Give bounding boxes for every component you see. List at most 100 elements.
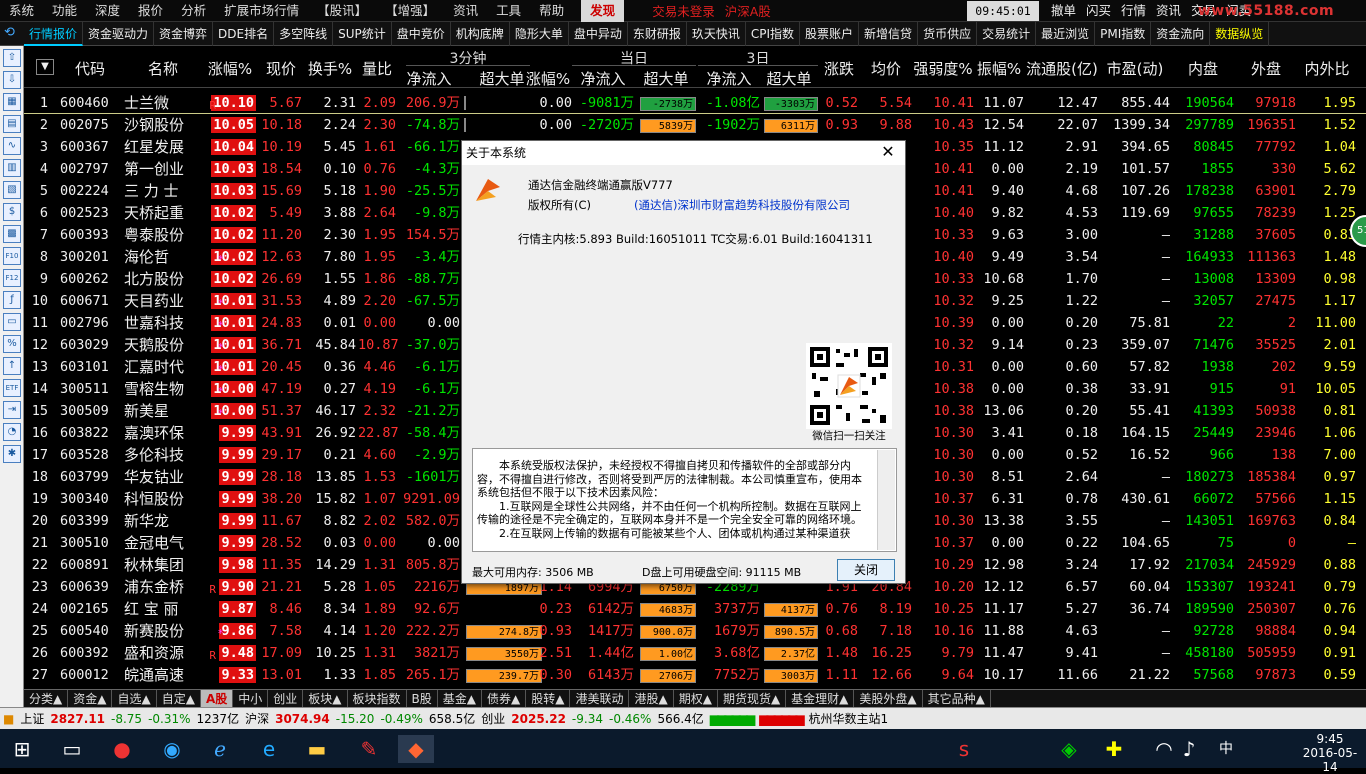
function-tab[interactable]: 资金流向 bbox=[1151, 22, 1211, 46]
login-status[interactable]: 交易未登录 bbox=[652, 1, 715, 20]
category-tab[interactable]: 期货现货▲ bbox=[718, 690, 787, 707]
column-header[interactable]: 流通股(亿) bbox=[1026, 58, 1098, 80]
column-header[interactable]: 振幅% bbox=[974, 58, 1024, 80]
table-row[interactable]: 2 002075 沙钢股份 10.05 10.18 2.24 2.30 -74.8万 0.00-… bbox=[24, 114, 1366, 136]
line-icon[interactable]: ∿ bbox=[3, 137, 21, 155]
folder-icon[interactable]: ▬ bbox=[303, 735, 331, 763]
table-row[interactable]: 1 600460 士兰微 10.10 5.67 2.31 2.09 206.9万 0.00 -90… bbox=[24, 92, 1366, 114]
category-tab[interactable]: 港股▲ bbox=[629, 690, 674, 707]
function-tab[interactable]: 隐形大单 bbox=[510, 22, 569, 46]
function-tab[interactable]: 盘中异动 bbox=[569, 22, 628, 46]
bars-icon[interactable]: ▥ bbox=[3, 159, 21, 177]
legal-scrollbar[interactable] bbox=[877, 450, 895, 550]
category-tab[interactable]: 自定▲ bbox=[157, 690, 201, 707]
function-tab[interactable]: 货币供应 bbox=[918, 22, 978, 46]
menu-item[interactable]: 扩展市场行情 bbox=[215, 0, 308, 22]
category-tab[interactable]: 创业 bbox=[268, 690, 304, 707]
dialog-close-icon[interactable]: ✕ bbox=[879, 143, 897, 161]
category-tab[interactable]: 基金理财▲ bbox=[786, 690, 855, 707]
cy-value[interactable]: 2025.22 bbox=[508, 712, 569, 726]
category-tab[interactable]: 其它品种▲ bbox=[923, 690, 991, 707]
function-tab[interactable]: SUP统计 bbox=[333, 22, 392, 46]
category-tab[interactable]: 分类▲ bbox=[24, 690, 69, 707]
grid-icon[interactable]: ▩ bbox=[3, 225, 21, 243]
toolbar-button[interactable]: 闪买 bbox=[1081, 0, 1116, 22]
column-header[interactable]: 市盈(动) bbox=[1100, 58, 1170, 80]
doc-icon[interactable]: ▧ bbox=[3, 181, 21, 199]
down-arrow-icon[interactable]: ⇩ bbox=[3, 71, 21, 89]
function-tab[interactable]: 交易统计 bbox=[977, 22, 1037, 46]
function-tab[interactable]: PMI指数 bbox=[1095, 22, 1152, 46]
column-header[interactable]: 均价 bbox=[860, 58, 912, 80]
column-header[interactable]: 内外比 bbox=[1298, 58, 1356, 80]
column-header[interactable]: 净流入 bbox=[572, 68, 634, 90]
category-tab[interactable]: 股转▲ bbox=[526, 690, 571, 707]
column-header[interactable]: 强弱度% bbox=[912, 58, 974, 80]
column-header[interactable]: 量比 bbox=[358, 58, 396, 80]
menu-item[interactable]: 报价 bbox=[129, 0, 172, 22]
close-button[interactable]: 关闭 bbox=[837, 559, 895, 581]
volume-icon[interactable]: ♪ bbox=[1175, 735, 1203, 763]
function-tab[interactable]: 最近浏览 bbox=[1036, 22, 1096, 46]
market-status[interactable]: 沪深A股 bbox=[725, 1, 771, 20]
ratio-icon[interactable]: % bbox=[3, 335, 21, 353]
table-icon[interactable]: ▤ bbox=[3, 115, 21, 133]
tdx-app-icon[interactable]: ◆ bbox=[398, 735, 434, 763]
menu-item[interactable]: 【股讯】 bbox=[308, 0, 376, 22]
function-tab[interactable]: 资金驱动力 bbox=[83, 22, 155, 46]
function-tab[interactable]: 盘中竞价 bbox=[392, 22, 451, 46]
etf-icon[interactable]: ETF bbox=[3, 379, 21, 397]
browser-360-icon[interactable]: ● bbox=[108, 735, 136, 763]
server-name[interactable]: 杭州华数主站1 bbox=[806, 710, 892, 727]
start-icon[interactable]: ⊞ bbox=[8, 735, 36, 763]
category-tab[interactable]: A股 bbox=[200, 690, 234, 707]
menu-item[interactable]: 帮助 bbox=[530, 0, 573, 22]
gear-icon[interactable]: ✱ bbox=[3, 445, 21, 463]
function-tab[interactable]: 玖天快讯 bbox=[687, 22, 746, 46]
function-tab[interactable]: CPI指数 bbox=[746, 22, 801, 46]
category-tab[interactable]: 板块▲ bbox=[303, 690, 348, 707]
app-icon[interactable]: ◉ bbox=[158, 735, 186, 763]
chart-icon[interactable]: ▦ bbox=[3, 93, 21, 111]
menu-item[interactable]: 深度 bbox=[86, 0, 129, 22]
column-header[interactable]: 内盘 bbox=[1172, 58, 1234, 80]
tray-shield-icon[interactable]: ◈ bbox=[1055, 735, 1083, 763]
column-header[interactable]: 名称 bbox=[124, 58, 202, 80]
column-header[interactable]: 涨幅% bbox=[204, 58, 256, 80]
category-tab[interactable]: 自选▲ bbox=[112, 690, 157, 707]
table-row[interactable]: 26 600392 盛和资源 9.48 17.09 10.25 1.31 3821万 3550万… bbox=[24, 642, 1366, 664]
column-header[interactable]: 净流入 bbox=[398, 68, 460, 90]
category-tab[interactable]: 债券▲ bbox=[482, 690, 527, 707]
column-header[interactable]: 外盘 bbox=[1236, 58, 1296, 80]
function-tab[interactable]: 多空阵线 bbox=[274, 22, 334, 46]
column-header[interactable]: 超大单 bbox=[760, 68, 818, 90]
category-tab[interactable]: 港美联动 bbox=[570, 690, 630, 707]
legal-text-box[interactable]: 本系统受版权法保护，未经授权不得擅自拷贝和传播软件的全部或部分内容，不得擅自进行… bbox=[472, 448, 897, 552]
ie-icon[interactable]: ℯ bbox=[206, 735, 234, 763]
f10-icon[interactable]: F10 bbox=[3, 247, 21, 265]
hat-icon[interactable]: ◔ bbox=[3, 423, 21, 441]
pen-icon[interactable]: ✎ bbox=[355, 735, 383, 763]
function-tab[interactable]: DDE排名 bbox=[213, 22, 275, 46]
category-tab[interactable]: 基金▲ bbox=[438, 690, 482, 707]
table-row[interactable]: 27 600012 皖通高速 9.33 13.01 1.33 1.85 265.1万 239.7… bbox=[24, 664, 1366, 686]
table-row[interactable]: 25 600540 新赛股份 9.86 7.58 4.14 1.20 222.2万 274.8万… bbox=[24, 620, 1366, 642]
edge-icon[interactable]: e bbox=[255, 735, 283, 763]
hs-value[interactable]: 3074.94 bbox=[272, 712, 333, 726]
function-tab[interactable]: 行情报价 bbox=[24, 22, 84, 46]
category-tab[interactable]: 期权▲ bbox=[674, 690, 718, 707]
column-header[interactable]: 换手% bbox=[304, 58, 356, 80]
folder-icon[interactable]: ▭ bbox=[3, 313, 21, 331]
company-link[interactable]: (通达信)深圳市财富趋势科技股份有限公司 bbox=[634, 197, 850, 213]
fdo-icon[interactable]: ƒ bbox=[3, 291, 21, 309]
menu-item[interactable]: 系统 bbox=[0, 0, 43, 22]
menu-faxian[interactable]: 发现 bbox=[581, 0, 625, 22]
function-tab[interactable]: 东财研报 bbox=[628, 22, 687, 46]
fund-icon[interactable]: $ bbox=[3, 203, 21, 221]
column-header[interactable]: 超大单 bbox=[636, 68, 696, 90]
sh-value[interactable]: 2827.11 bbox=[47, 712, 108, 726]
sort-dropdown-icon[interactable]: ▼ bbox=[36, 59, 54, 75]
toolbar-button[interactable]: 撤单 bbox=[1046, 0, 1081, 22]
menu-item[interactable]: 【增强】 bbox=[376, 0, 444, 22]
column-header[interactable]: 涨幅% bbox=[524, 68, 572, 90]
